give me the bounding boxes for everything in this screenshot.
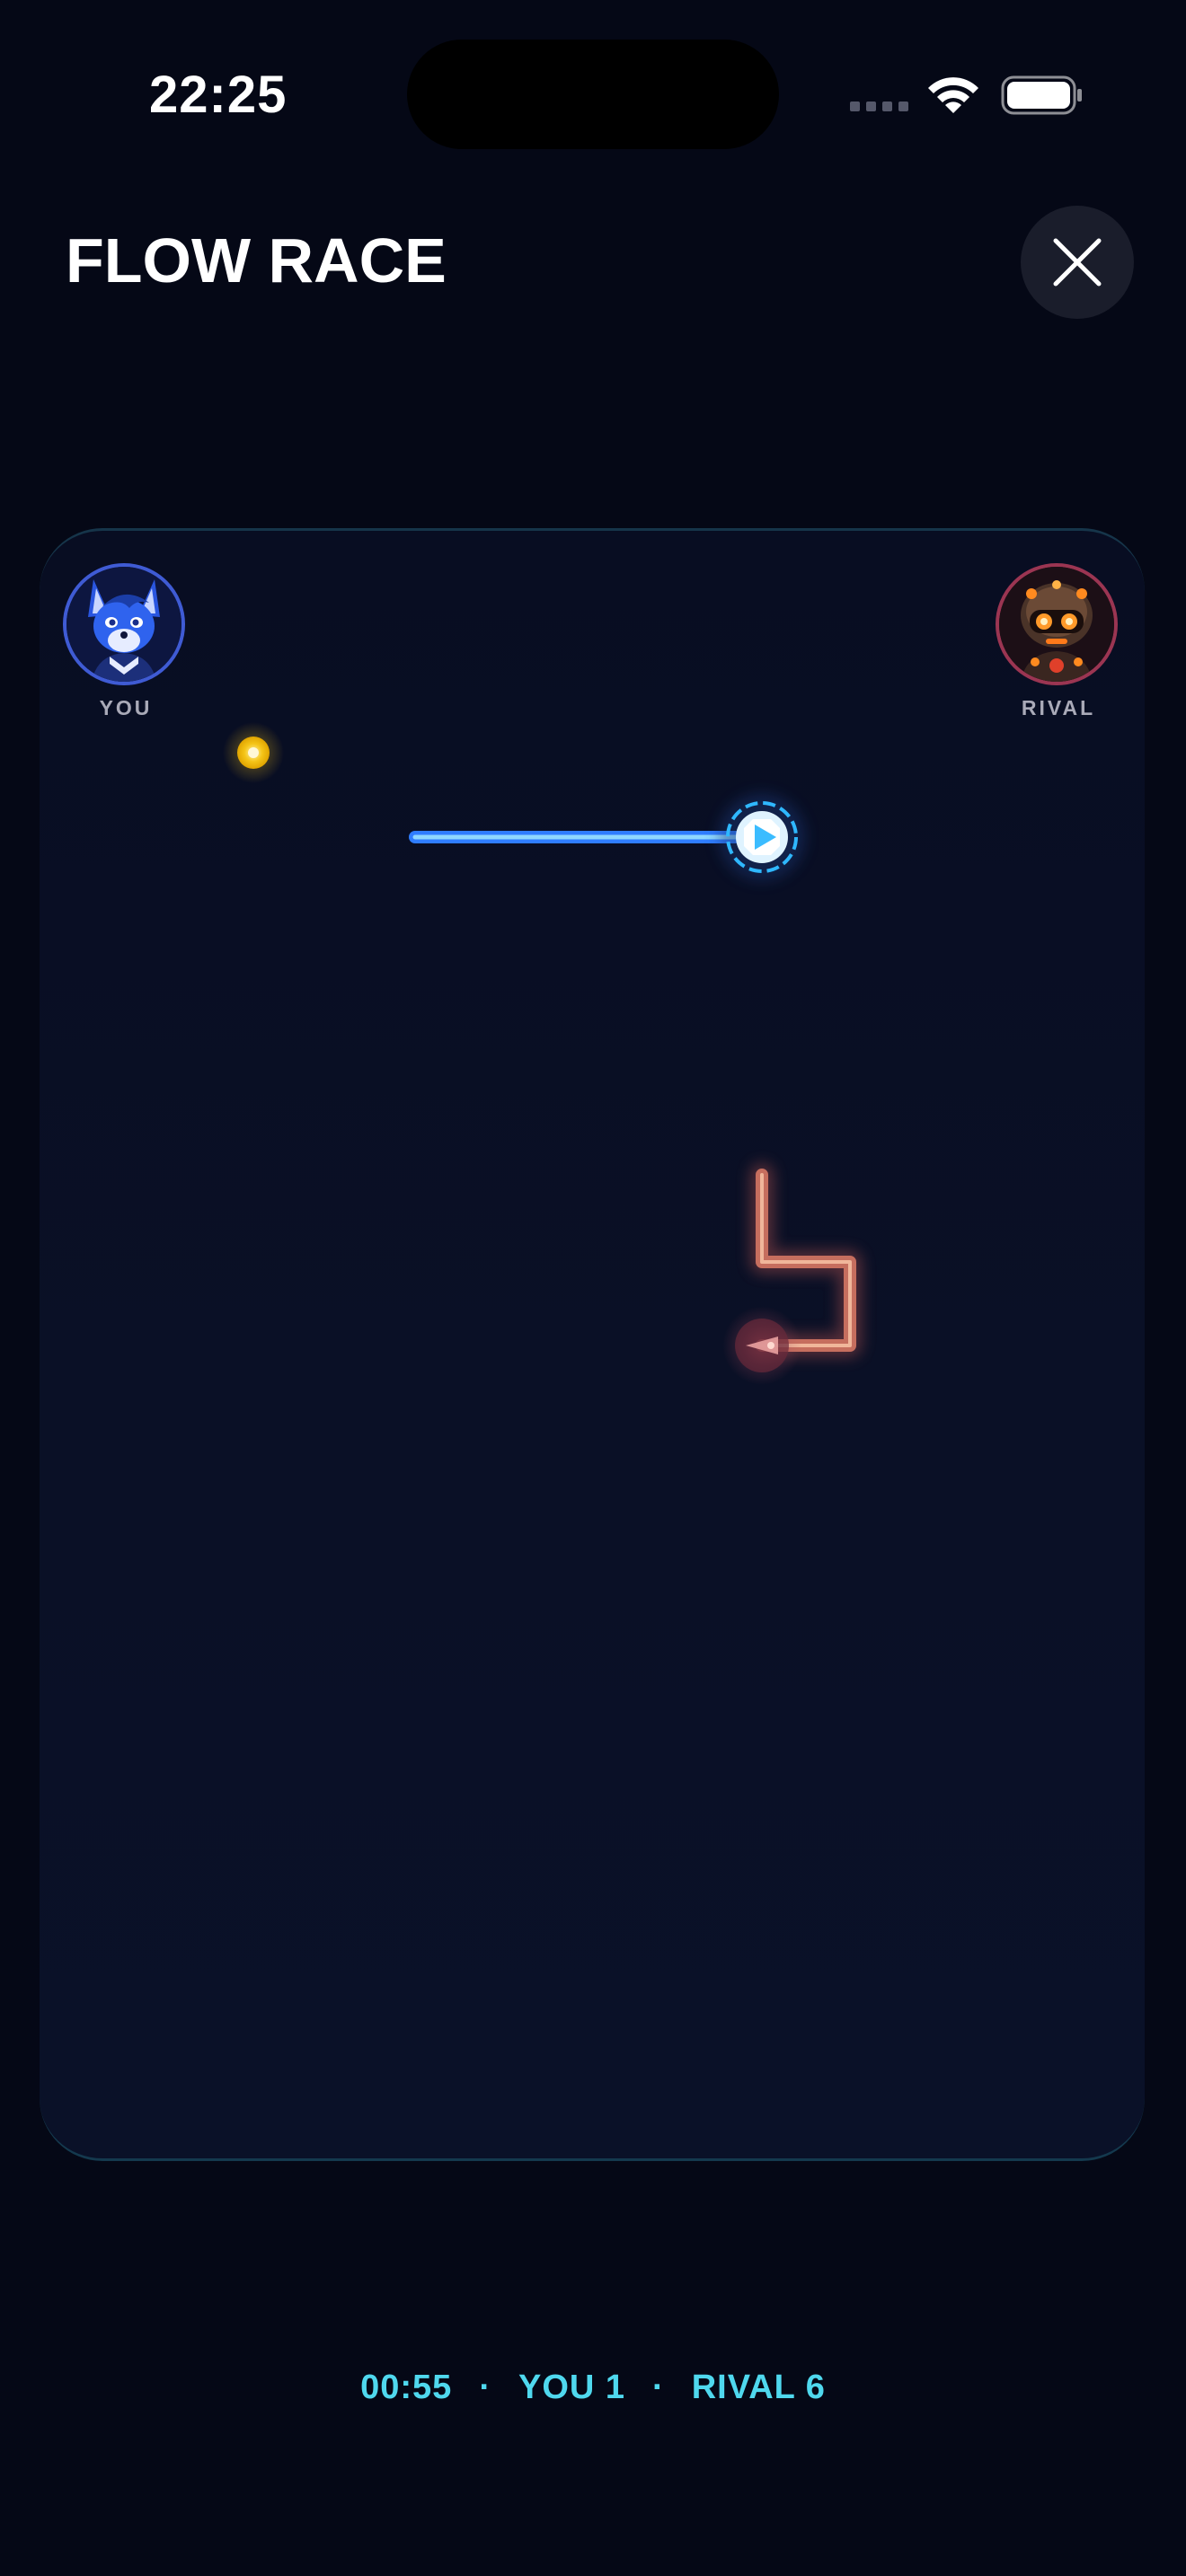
rival-head-arrow-icon [722,1306,801,1385]
score-line: 00:55 · YOU 1 · RIVAL 6 [0,2369,1186,2407]
rival-score: RIVAL 6 [691,2369,826,2406]
separator: · [479,2369,491,2406]
board-overlay [223,722,862,1385]
blue-fox-avatar-icon [66,567,181,682]
player-head-arrow-icon [719,794,805,880]
player-avatar [63,563,185,685]
yellow-orb-icon [223,722,284,783]
separator: · [652,2369,665,2406]
player-score: YOU 1 [518,2369,626,2406]
game-screen: 22:25 FLOW RACE YOU RIVAL 00:55 · YOU 1 … [0,0,1186,2576]
robot-avatar-icon [999,567,1114,682]
rival-label: RIVAL [1021,696,1096,719]
timer: 00:55 [360,2369,453,2406]
player-label: YOU [99,696,153,719]
rival-avatar [996,563,1118,685]
